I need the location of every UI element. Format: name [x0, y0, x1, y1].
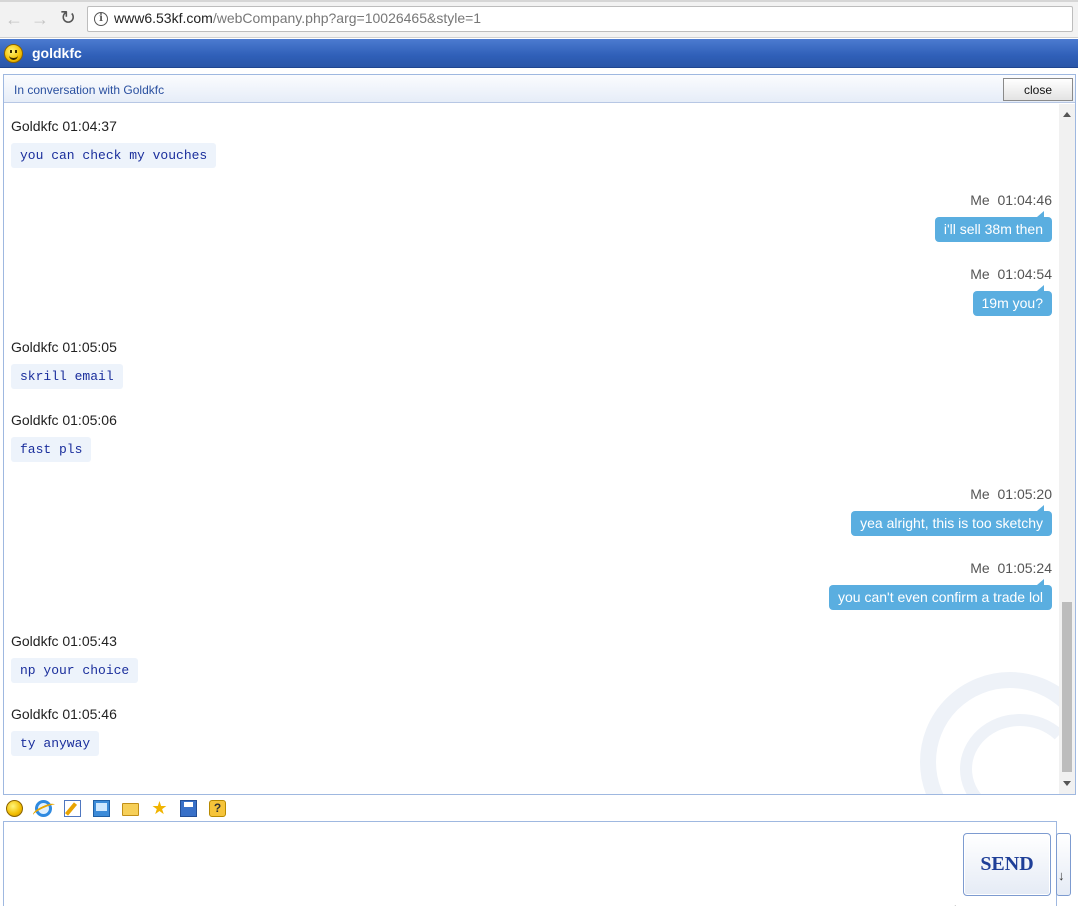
forward-icon[interactable]: → [29, 8, 51, 30]
chat-panel: In conversation with Goldkfc close Goldk… [3, 74, 1076, 795]
message-sender: Goldkfc [11, 633, 59, 649]
message-bubble-outgoing: 19m you? [972, 285, 1052, 316]
message-sender: Goldkfc [11, 118, 59, 134]
message-meta: Goldkfc 01:05:06 [11, 412, 117, 428]
message-meta: Goldkfc 01:04:37 [11, 118, 117, 134]
message-meta: Me 01:04:46 [970, 192, 1052, 208]
close-button[interactable]: close [1003, 78, 1073, 101]
conversation-status: In conversation with Goldkfc [14, 83, 164, 97]
ie-icon[interactable] [35, 800, 52, 817]
send-options-button[interactable] [1056, 833, 1071, 896]
message-meta: Me 01:04:54 [970, 266, 1052, 282]
message-time: 01:05:46 [62, 706, 117, 722]
message-bubble-incoming: np your choice [11, 658, 139, 683]
conversation-header: In conversation with Goldkfc close [4, 75, 1075, 103]
message-meta: Me 01:05:20 [970, 486, 1052, 502]
message-sender: Goldkfc [11, 706, 59, 722]
help-icon[interactable]: ? [209, 800, 226, 817]
scroll-thumb[interactable] [1062, 602, 1072, 772]
message-bubble-incoming: ty anyway [11, 731, 100, 756]
back-icon[interactable]: ← [3, 8, 25, 30]
message-list: Goldkfc 01:04:37 you can check my vouche… [4, 104, 1075, 794]
smiley-logo-icon [4, 44, 23, 63]
resize-grip-icon[interactable] [944, 896, 956, 906]
message-bubble-outgoing: yea alright, this is too sketchy [851, 505, 1052, 536]
star-icon[interactable]: ★ [151, 799, 168, 817]
send-button[interactable]: SEND [963, 833, 1051, 896]
message-time: 01:05:05 [62, 339, 117, 355]
folder-icon[interactable] [122, 803, 139, 816]
window-title-bar: goldkfc [0, 39, 1078, 68]
edit-icon[interactable] [64, 800, 81, 817]
url-path: /webCompany.php?arg=10026465&style=1 [212, 10, 482, 26]
smiley-icon[interactable] [6, 800, 23, 817]
message-time: 01:04:46 [997, 192, 1053, 208]
scroll-down-icon[interactable] [1063, 781, 1071, 786]
browser-toolbar: ← → ↻ i www6.53kf.com/webCompany.php?arg… [0, 0, 1078, 38]
message-time: 01:04:54 [997, 266, 1053, 282]
message-bubble-outgoing: you can't even confirm a trade lol [828, 579, 1052, 610]
tab-strip-edge [0, 0, 1078, 2]
message-bubble-incoming: skrill email [11, 364, 123, 389]
url-text: www6.53kf.com/webCompany.php?arg=1002646… [114, 10, 481, 26]
message-meta: Goldkfc 01:05:05 [11, 339, 117, 355]
info-icon[interactable]: i [94, 12, 108, 26]
message-time: 01:05:24 [997, 560, 1053, 576]
address-bar[interactable]: i www6.53kf.com/webCompany.php?arg=10026… [87, 6, 1073, 32]
message-time: 01:05:20 [997, 486, 1053, 502]
message-sender: Goldkfc [11, 412, 59, 428]
save-icon[interactable] [180, 800, 197, 817]
message-bubble-incoming: you can check my vouches [11, 143, 217, 168]
message-sender: Me [970, 192, 990, 208]
message-scrollbar[interactable] [1059, 104, 1075, 794]
url-host: www6.53kf.com [114, 10, 213, 26]
screenshot-icon[interactable] [93, 800, 110, 817]
conversation-prefix: In conversation with [14, 83, 124, 97]
compose-toolbar: ★ ? [0, 796, 1078, 820]
message-time: 01:04:37 [62, 118, 117, 134]
message-meta: Goldkfc 01:05:46 [11, 706, 117, 722]
compose-area [3, 821, 1057, 906]
message-bubble-outgoing: i'll sell 38m then [934, 211, 1052, 242]
message-time: 01:05:43 [62, 633, 117, 649]
message-sender: Me [970, 560, 990, 576]
scroll-up-icon[interactable] [1063, 112, 1071, 117]
message-meta: Me 01:05:24 [970, 560, 1052, 576]
message-sender: Goldkfc [11, 339, 59, 355]
message-time: 01:05:06 [62, 412, 117, 428]
message-bubble-incoming: fast pls [11, 437, 92, 462]
window-title: goldkfc [32, 45, 82, 61]
message-meta: Goldkfc 01:05:43 [11, 633, 117, 649]
reload-icon[interactable]: ↻ [57, 8, 79, 30]
message-sender: Me [970, 486, 990, 502]
conversation-partner: Goldkfc [123, 83, 165, 97]
message-input[interactable] [4, 822, 956, 906]
message-sender: Me [970, 266, 990, 282]
